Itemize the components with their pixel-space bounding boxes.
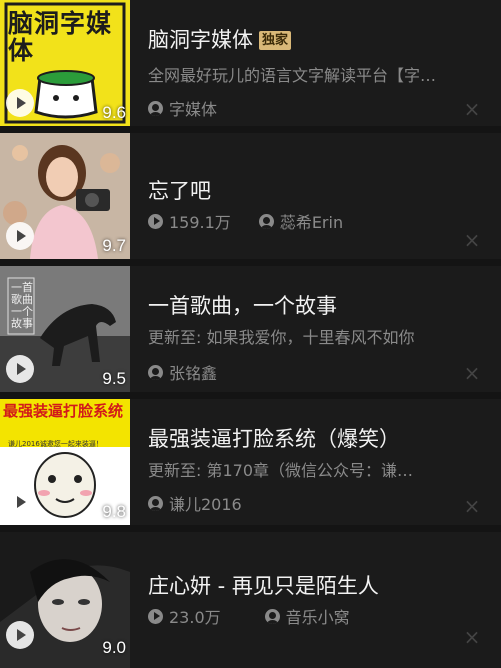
item-meta: 23.0万 音乐小窝 <box>148 604 350 628</box>
play-button[interactable] <box>6 222 34 250</box>
play-count: 159.1万 <box>169 213 231 232</box>
close-icon[interactable]: × <box>463 230 481 250</box>
divider <box>0 525 501 532</box>
close-icon[interactable]: × <box>463 627 481 647</box>
author[interactable]: 蕊希Erin <box>280 209 343 233</box>
score: 9.7 <box>102 236 126 255</box>
list-item[interactable]: 最强装逼打脸系统 谦儿2016诚邀您一起来装逼！ 9.8 最强装逼打脸系统（爆笑… <box>0 399 501 525</box>
album-cover[interactable]: 9.0 <box>0 532 130 668</box>
author[interactable]: 音乐小窝 <box>286 604 350 628</box>
user-icon <box>258 213 274 229</box>
score: 9.0 <box>102 638 126 657</box>
item-title[interactable]: 庄心妍 - 再见只是陌生人 <box>148 570 379 600</box>
item-meta: 张铭鑫 <box>148 360 217 384</box>
play-count-icon <box>148 608 163 624</box>
item-meta: 字媒体 <box>148 96 217 120</box>
item-title[interactable]: 最强装逼打脸系统（爆笑） <box>148 423 400 453</box>
divider <box>0 126 501 133</box>
user-icon <box>148 100 163 116</box>
item-title-row[interactable]: 脑洞字媒体 独家 <box>148 24 292 54</box>
score: 9.5 <box>102 369 126 388</box>
divider <box>0 259 501 266</box>
user-icon <box>148 495 163 511</box>
user-icon <box>264 608 280 624</box>
play-count-icon <box>148 213 163 229</box>
album-cover[interactable]: 一首歌曲一个故事 9.5 <box>0 266 130 392</box>
album-cover[interactable]: 最强装逼打脸系统 谦儿2016诚邀您一起来装逼！ 9.8 <box>0 399 130 525</box>
item-title: 脑洞字媒体 <box>148 28 253 52</box>
author[interactable]: 字媒体 <box>169 96 217 120</box>
close-icon[interactable]: × <box>463 496 481 516</box>
item-meta: 159.1万 蕊希Erin <box>148 209 343 233</box>
cover-title: 一首歌曲一个故事 <box>11 281 33 330</box>
item-subtitle: 更新至: 第170章（微信公众号：谦… <box>148 461 414 480</box>
album-cover[interactable]: 脑洞字媒体 9.6 <box>0 0 130 126</box>
score: 9.8 <box>102 502 126 521</box>
list-item[interactable]: 9.7 忘了吧 159.1万 蕊希Erin × <box>0 133 501 259</box>
author[interactable]: 张铭鑫 <box>169 360 217 384</box>
user-icon <box>148 364 163 380</box>
album-cover[interactable]: 9.7 <box>0 133 130 259</box>
play-button[interactable] <box>6 621 34 649</box>
list-item[interactable]: 一首歌曲一个故事 9.5 一首歌曲，一个故事 更新至: 如果我爱你，十里春风不如… <box>0 266 501 392</box>
item-subtitle: 全网最好玩儿的语言文字解读平台【字… <box>148 66 437 85</box>
album-list: 脑洞字媒体 9.6 脑洞字媒体 独家 全网最好玩儿的语言文字解读平台【字… 字媒体… <box>0 0 501 668</box>
list-item[interactable]: 9.0 庄心妍 - 再见只是陌生人 23.0万 音乐小窝 × <box>0 532 501 668</box>
item-title[interactable]: 忘了吧 <box>148 175 211 205</box>
cover-title: 脑洞字媒体 <box>8 9 113 65</box>
close-icon[interactable]: × <box>463 99 481 119</box>
divider <box>0 392 501 399</box>
list-item[interactable]: 脑洞字媒体 9.6 脑洞字媒体 独家 全网最好玩儿的语言文字解读平台【字… 字媒体… <box>0 0 501 126</box>
item-meta: 谦儿2016 <box>148 491 242 515</box>
play-count: 23.0万 <box>169 608 221 627</box>
author[interactable]: 谦儿2016 <box>169 491 242 515</box>
exclusive-badge: 独家 <box>259 31 292 50</box>
item-subtitle: 更新至: 如果我爱你，十里春风不如你 <box>148 328 415 347</box>
play-button[interactable] <box>6 355 34 383</box>
item-title[interactable]: 一首歌曲，一个故事 <box>148 290 337 320</box>
close-icon[interactable]: × <box>463 363 481 383</box>
cover-title: 最强装逼打脸系统 <box>3 402 124 420</box>
play-button[interactable] <box>6 488 34 516</box>
play-button[interactable] <box>6 89 34 117</box>
cover-subtitle: 谦儿2016诚邀您一起来装逼！ <box>8 440 103 448</box>
score: 9.6 <box>102 103 126 122</box>
